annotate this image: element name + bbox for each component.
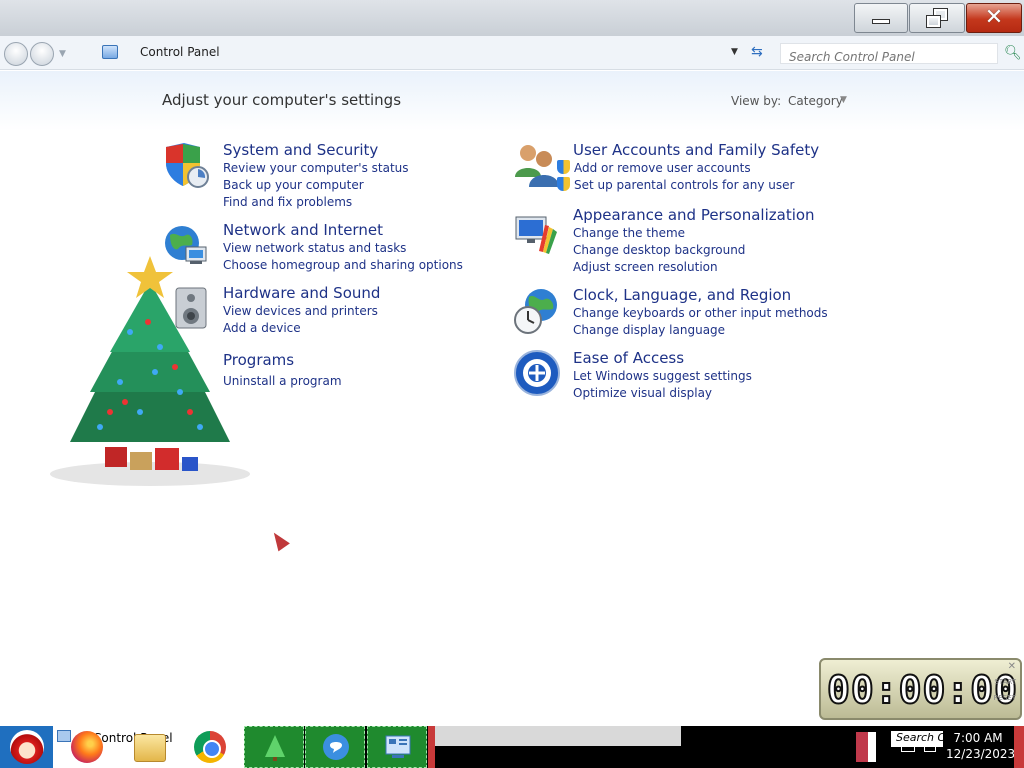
appearance-monitor-icon <box>515 216 557 254</box>
start-button[interactable]: START <box>994 678 1016 686</box>
minimize-button[interactable] <box>854 3 908 33</box>
page-title: Adjust your computer's settings <box>162 91 402 109</box>
tree-app-icon <box>265 735 285 761</box>
category-user-accounts: User Accounts and Family Safety Add or r… <box>557 141 819 194</box>
title-bar: ✕ <box>0 0 1024 36</box>
minimize-icon <box>872 18 890 24</box>
display-language-link[interactable]: Change display language <box>573 322 828 339</box>
stopwatch-gadget[interactable]: 00:00:00 ✕ START RESET <box>819 658 1022 720</box>
parental-controls-row: Set up parental controls for any user <box>557 177 819 194</box>
network-and-internet-link[interactable]: Network and Internet <box>223 221 463 240</box>
suggest-settings-link[interactable]: Let Windows suggest settings <box>573 368 752 385</box>
keyboards-input-link[interactable]: Change keyboards or other input methods <box>573 305 828 322</box>
user-accounts-icon <box>515 145 559 187</box>
control-panel-icon <box>102 45 118 59</box>
breadcrumb[interactable]: Control Panel <box>140 45 220 59</box>
desktop-background-link[interactable]: Change desktop background <box>573 242 815 259</box>
ease-of-access-link[interactable]: Ease of Access <box>573 349 752 368</box>
taskbar-tree-app[interactable] <box>244 726 304 768</box>
address-bar: ▼ Control Panel ▼ ⇆ 🔍︎ <box>0 36 1024 70</box>
parental-controls-link[interactable]: Set up parental controls for any user <box>574 178 794 192</box>
show-desktop-button[interactable] <box>1014 726 1024 768</box>
gadget-close-icon[interactable]: ✕ <box>1008 661 1016 672</box>
category-clock-language-region: Clock, Language, and Region Change keybo… <box>573 286 828 339</box>
optimize-display-link[interactable]: Optimize visual display <box>573 385 752 402</box>
add-remove-accounts-row: Add or remove user accounts <box>557 160 819 177</box>
screen-resolution-link[interactable]: Adjust screen resolution <box>573 259 815 276</box>
find-fix-problems-link[interactable]: Find and fix problems <box>223 194 409 211</box>
add-remove-accounts-link[interactable]: Add or remove user accounts <box>574 161 751 175</box>
view-by-select[interactable]: Category <box>788 94 843 108</box>
firefox-icon[interactable] <box>71 731 103 763</box>
system-and-security-link[interactable]: System and Security <box>223 141 409 160</box>
category-system-and-security: System and Security Review your computer… <box>223 141 409 211</box>
view-by-label: View by: <box>731 94 782 108</box>
search-icon[interactable]: 🔍︎ <box>1004 45 1022 61</box>
close-icon: ✕ <box>984 5 1004 30</box>
stopwatch-display: 00:00:00 <box>826 668 1019 712</box>
uac-shield-icon <box>557 177 570 191</box>
category-appearance: Appearance and Personalization Change th… <box>573 206 815 276</box>
clock-date[interactable]: 12/23/2023 <box>946 747 1015 761</box>
tray-app-icon[interactable] <box>856 732 868 762</box>
user-accounts-link[interactable]: User Accounts and Family Safety <box>573 141 819 160</box>
santa-start-icon <box>9 730 44 764</box>
action-center-icon[interactable] <box>924 742 936 752</box>
restore-button[interactable] <box>909 3 965 33</box>
start-button[interactable] <box>0 726 53 768</box>
messenger-icon <box>323 734 349 760</box>
chrome-icon[interactable] <box>194 731 226 763</box>
taskbar-control-panel-app[interactable] <box>367 726 427 768</box>
recent-pages-dropdown-icon[interactable]: ▼ <box>59 49 66 59</box>
restore-icon <box>926 8 948 28</box>
back-button[interactable] <box>4 42 28 66</box>
tray-divider <box>868 732 876 762</box>
category-ease-of-access: Ease of Access Let Windows suggest setti… <box>573 349 752 402</box>
address-dropdown-icon[interactable]: ▼ <box>731 47 738 57</box>
search-box[interactable] <box>780 43 998 64</box>
ease-of-access-icon <box>514 350 560 396</box>
back-up-link[interactable]: Back up your computer <box>223 177 409 194</box>
taskbar: Control Panel Search Co 7:00 AM 12/23/20… <box>0 726 1024 768</box>
taskbar-empty-band <box>435 726 681 746</box>
shield-icon <box>166 143 209 188</box>
close-button[interactable]: ✕ <box>966 3 1022 33</box>
control-panel-task-icon <box>57 730 71 742</box>
christmas-tree-icon <box>50 256 250 486</box>
reset-button[interactable]: RESET <box>994 694 1016 702</box>
uac-shield-icon <box>557 160 570 174</box>
search-input[interactable] <box>789 50 989 64</box>
review-status-link[interactable]: Review your computer's status <box>223 160 409 177</box>
taskbar-separator <box>428 726 435 768</box>
change-theme-link[interactable]: Change the theme <box>573 225 815 242</box>
file-explorer-icon[interactable] <box>134 734 166 762</box>
clock-globe-icon <box>514 289 557 334</box>
taskbar-messenger-app[interactable] <box>305 726 365 768</box>
clock-time[interactable]: 7:00 AM <box>952 731 1004 745</box>
appearance-link[interactable]: Appearance and Personalization <box>573 206 815 225</box>
refresh-icon[interactable]: ⇆ <box>751 44 763 60</box>
clock-language-region-link[interactable]: Clock, Language, and Region <box>573 286 828 305</box>
network-tray-icon[interactable] <box>901 742 915 752</box>
view-by-chevron-icon[interactable]: ▼ <box>840 95 847 105</box>
control-panel-icon <box>385 735 411 758</box>
forward-button[interactable] <box>30 42 54 66</box>
